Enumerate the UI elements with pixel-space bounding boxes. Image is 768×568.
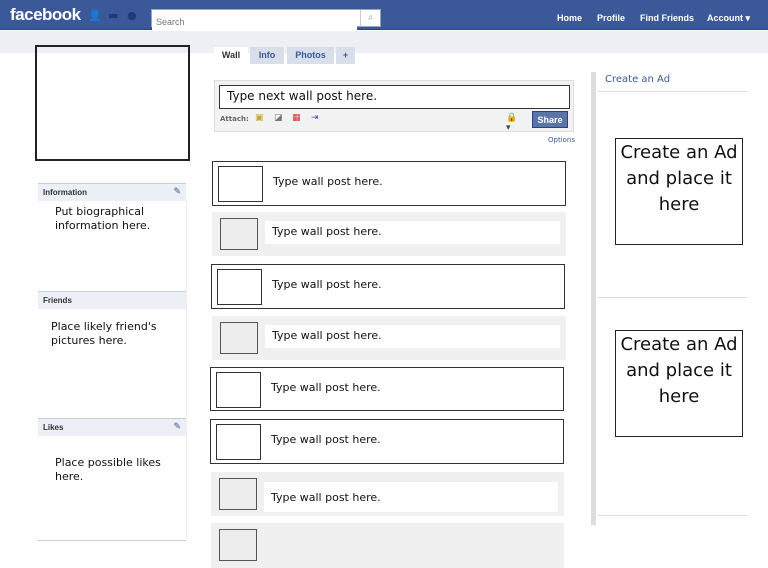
avatar[interactable] [219, 478, 257, 510]
share-button[interactable]: Share [532, 111, 568, 128]
likes-text: Place possible likes here. [55, 456, 161, 483]
wall-post: Type wall post here. [210, 367, 564, 411]
tab-wall[interactable]: Wall [214, 47, 248, 64]
link-attach-icon[interactable]: ⇥ [311, 113, 321, 123]
photo-attach-icon[interactable]: ▣ [255, 113, 265, 123]
pencil-icon[interactable]: ✎ [173, 421, 181, 432]
notifications-globe-icon[interactable]: ● [127, 10, 139, 21]
post-text: Type wall post here. [271, 491, 381, 504]
post-text: Type wall post here. [272, 225, 382, 238]
section-title: Friends [43, 296, 72, 305]
wall-post: Type wall post here. [212, 212, 566, 256]
privacy-lock-icon[interactable]: 🔒▾ [506, 113, 517, 133]
attach-label: Attach: [220, 115, 249, 123]
facebook-logo[interactable]: facebook [10, 5, 81, 25]
friend-requests-icon[interactable]: 👤 [88, 10, 102, 21]
column-divider [591, 72, 596, 525]
avatar[interactable] [217, 269, 262, 305]
wall-post: Type wall post here. [210, 419, 564, 464]
avatar[interactable] [216, 424, 261, 460]
create-ad-link[interactable]: Create an Ad [605, 74, 670, 85]
likes-header: Likes ✎ [38, 418, 186, 436]
search-input[interactable] [152, 14, 357, 30]
search-icon[interactable]: ⌕ [360, 10, 380, 26]
messages-icon[interactable]: ▬ [108, 10, 120, 21]
event-attach-icon[interactable]: ▦ [292, 113, 302, 123]
divider [598, 91, 748, 92]
nav-account[interactable]: Account ▾ [707, 13, 750, 24]
wall-post-input[interactable]: Type next wall post here. [219, 85, 570, 109]
post-text: Type wall post here. [271, 381, 381, 394]
avatar[interactable] [216, 372, 261, 408]
ad-placeholder[interactable]: Create an Ad and place it here [615, 138, 743, 245]
post-text: Type wall post here. [271, 433, 381, 446]
information-header: Information ✎ [38, 183, 186, 201]
profile-picture[interactable] [35, 45, 190, 161]
friends-header: Friends [38, 291, 186, 309]
avatar[interactable] [218, 166, 263, 202]
search-box[interactable]: ⌕ [151, 9, 381, 30]
tab-photos[interactable]: Photos [287, 47, 334, 64]
divider [186, 200, 187, 540]
post-text: Type wall post here. [273, 175, 383, 188]
friends-text: Place likely friend's pictures here. [51, 320, 157, 347]
pencil-icon[interactable]: ✎ [173, 186, 181, 197]
wall-post: Type wall post here. [211, 264, 565, 309]
wall-post: Type wall post here. [212, 316, 566, 360]
wall-post: Type wall post here. [212, 161, 566, 206]
video-attach-icon[interactable]: ◪ [274, 113, 284, 123]
nav-profile[interactable]: Profile [597, 13, 625, 23]
add-tab-button[interactable]: + [336, 47, 355, 64]
divider [598, 515, 748, 516]
options-link[interactable]: Options [548, 136, 575, 144]
avatar[interactable] [220, 218, 258, 250]
divider [598, 297, 748, 298]
wall-post [211, 523, 564, 568]
section-title: Information [43, 188, 87, 197]
wall-post: Type wall post here. [211, 472, 564, 516]
information-text: Put biographical information here. [55, 205, 151, 232]
ad-placeholder[interactable]: Create an Ad and place it here [615, 330, 743, 437]
nav-home[interactable]: Home [557, 13, 582, 23]
divider [38, 540, 186, 541]
post-text: Type wall post here. [272, 278, 382, 291]
nav-find-friends[interactable]: Find Friends [640, 13, 694, 23]
post-text: Type wall post here. [272, 329, 382, 342]
section-title: Likes [43, 423, 64, 432]
avatar[interactable] [219, 529, 257, 561]
tab-info[interactable]: Info [250, 47, 284, 64]
avatar[interactable] [220, 322, 258, 354]
